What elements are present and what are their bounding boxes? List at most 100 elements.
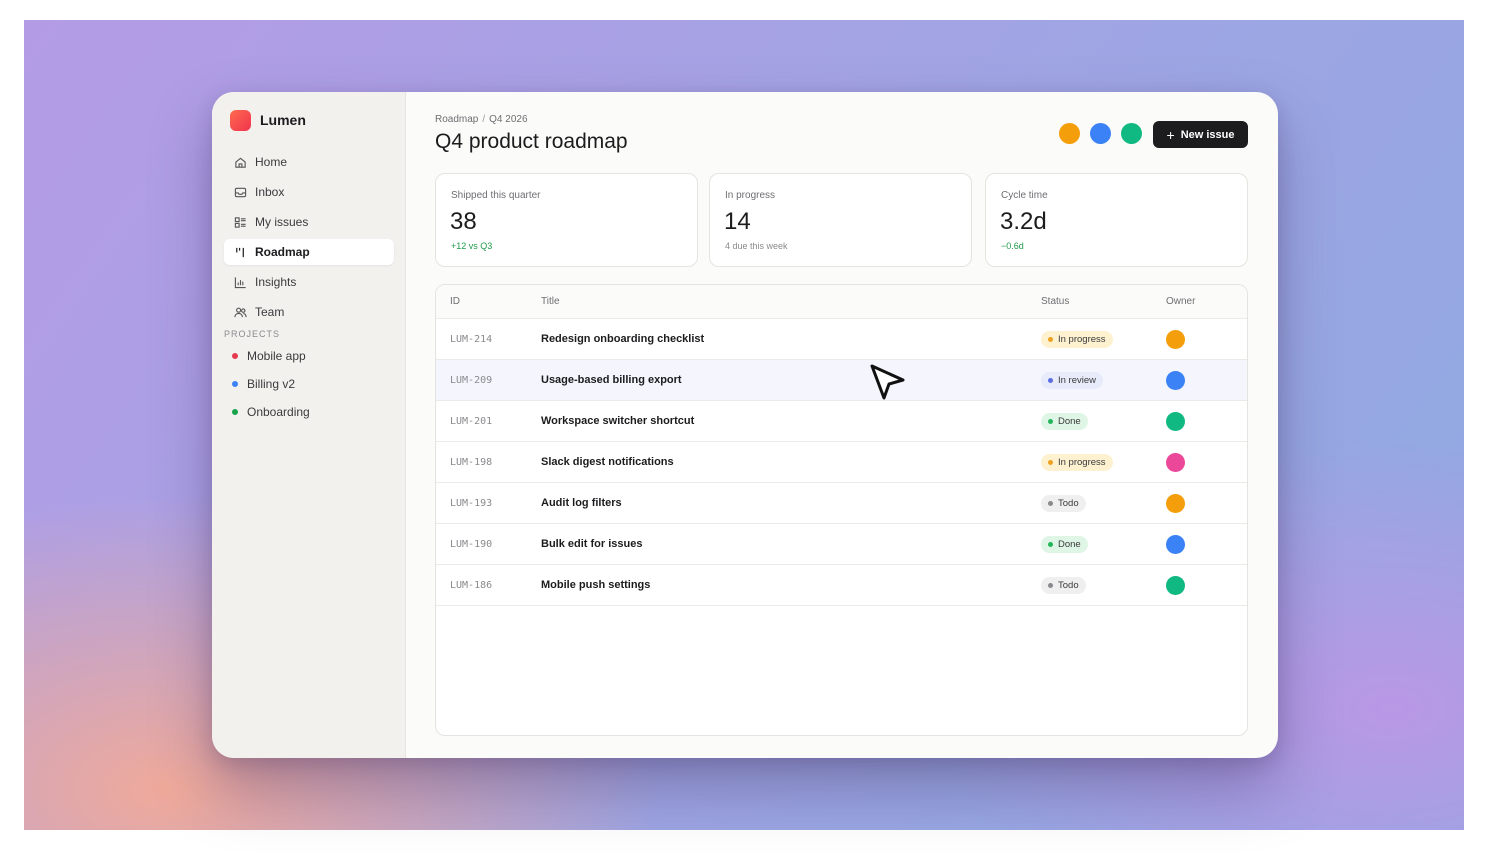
stat-note: −0.6d xyxy=(1001,241,1024,251)
owner-cell xyxy=(1166,360,1185,400)
project-item-onboarding[interactable]: Onboarding xyxy=(224,398,394,426)
table-row[interactable]: LUM-201 Workspace switcher shortcut Done xyxy=(436,401,1247,442)
column-header-status[interactable]: Status xyxy=(1041,285,1069,318)
stat-card-shipped: Shipped this quarter 38 +12 vs Q3 xyxy=(435,173,698,267)
stat-card-cycle-time: Cycle time 3.2d −0.6d xyxy=(985,173,1248,267)
status-badge[interactable]: Todo xyxy=(1041,576,1086,594)
table-header: ID Title Status Owner xyxy=(436,285,1247,319)
owner-avatar[interactable] xyxy=(1166,370,1185,390)
status-badge[interactable]: Done xyxy=(1041,535,1088,553)
project-list: Mobile app Billing v2 Onboarding xyxy=(224,342,394,426)
brand-logo xyxy=(230,109,251,131)
table-row[interactable]: LUM-186 Mobile push settings Todo xyxy=(436,565,1247,606)
project-item-billing-v2[interactable]: Billing v2 xyxy=(224,370,394,398)
table-row[interactable]: LUM-209 Usage-based billing export In re… xyxy=(436,360,1247,401)
avatar[interactable] xyxy=(1090,123,1111,144)
status-text: In progress xyxy=(1058,333,1106,345)
issue-title: Workspace switcher shortcut xyxy=(541,415,695,427)
issue-id: LUM-193 xyxy=(450,497,493,509)
status-dot xyxy=(1048,418,1053,424)
stat-label: Cycle time xyxy=(1001,190,1048,201)
stat-card-in-progress: In progress 14 4 due this week xyxy=(709,173,972,267)
stat-value: 14 xyxy=(724,208,751,235)
owner-avatar[interactable] xyxy=(1166,493,1185,513)
owner-cell xyxy=(1166,483,1185,523)
brand-name: Lumen xyxy=(260,112,306,128)
team-icon xyxy=(233,305,247,319)
issue-id: LUM-186 xyxy=(450,579,493,591)
status-badge[interactable]: In review xyxy=(1041,371,1104,389)
owner-avatar[interactable] xyxy=(1166,534,1185,554)
status-cell: In review xyxy=(1041,360,1104,400)
sidebar: Lumen Home Inbox My issues Roadmap Insig… xyxy=(212,92,406,758)
page-title: Q4 product roadmap xyxy=(435,130,628,153)
owner-cell xyxy=(1166,401,1185,441)
status-cell: Done xyxy=(1041,524,1088,564)
brand[interactable]: Lumen xyxy=(230,109,306,131)
stat-note: +12 vs Q3 xyxy=(451,241,493,251)
sidebar-nav: Home Inbox My issues Roadmap Insights Te… xyxy=(224,149,394,329)
sidebar-item-label: Inbox xyxy=(255,185,285,199)
new-issue-button[interactable]: + New issue xyxy=(1153,121,1248,148)
sidebar-item-label: Home xyxy=(255,155,288,169)
owner-avatar[interactable] xyxy=(1166,411,1185,431)
chart-icon xyxy=(233,275,247,289)
table-row[interactable]: LUM-193 Audit log filters Todo xyxy=(436,483,1247,524)
sidebar-item-home[interactable]: Home xyxy=(224,149,394,175)
status-badge[interactable]: Done xyxy=(1041,412,1088,430)
status-text: Done xyxy=(1058,415,1081,427)
table-row[interactable]: LUM-214 Redesign onboarding checklist In… xyxy=(436,319,1247,360)
table-row[interactable]: LUM-190 Bulk edit for issues Done xyxy=(436,524,1247,565)
issue-id: LUM-201 xyxy=(450,415,493,427)
project-label: Mobile app xyxy=(247,349,306,363)
status-badge[interactable]: Todo xyxy=(1041,494,1086,512)
table-row[interactable]: LUM-198 Slack digest notifications In pr… xyxy=(436,442,1247,483)
project-label: Onboarding xyxy=(247,405,310,419)
stat-value: 38 xyxy=(450,208,477,235)
avatar[interactable] xyxy=(1059,123,1080,144)
issue-title: Redesign onboarding checklist xyxy=(541,333,705,345)
owner-avatar[interactable] xyxy=(1166,452,1185,472)
sidebar-item-insights[interactable]: Insights xyxy=(224,269,394,295)
owner-cell xyxy=(1166,565,1185,605)
project-color-dot xyxy=(232,409,238,415)
new-issue-label: New issue xyxy=(1180,128,1235,141)
avatar[interactable] xyxy=(1121,123,1142,144)
status-text: Todo xyxy=(1058,579,1079,591)
issue-id: LUM-209 xyxy=(450,374,493,386)
issue-title: Slack digest notifications xyxy=(541,456,674,468)
owner-avatar[interactable] xyxy=(1166,329,1185,349)
status-badge[interactable]: In progress xyxy=(1041,453,1113,471)
project-item-mobile-app[interactable]: Mobile app xyxy=(224,342,394,370)
stat-label: Shipped this quarter xyxy=(451,190,541,201)
breadcrumb: Roadmap / Q4 2026 xyxy=(435,114,528,125)
inbox-icon xyxy=(233,185,247,199)
owner-avatar[interactable] xyxy=(1166,575,1185,595)
main-content: Roadmap / Q4 2026 Q4 product roadmap + New… xyxy=(406,92,1278,758)
sidebar-item-team[interactable]: Team xyxy=(224,299,394,325)
sidebar-item-inbox[interactable]: Inbox xyxy=(224,179,394,205)
issue-title: Mobile push settings xyxy=(541,579,651,591)
status-text: In progress xyxy=(1058,456,1106,468)
project-color-dot xyxy=(232,381,238,387)
column-header-title[interactable]: Title xyxy=(541,285,560,318)
status-cell: In progress xyxy=(1041,319,1113,359)
home-icon xyxy=(233,155,247,169)
status-cell: Done xyxy=(1041,401,1088,441)
sidebar-item-roadmap[interactable]: Roadmap xyxy=(224,239,394,265)
breadcrumb-separator: / xyxy=(482,114,486,125)
issue-title: Audit log filters xyxy=(541,497,622,509)
status-dot xyxy=(1048,459,1053,465)
projects-section-label: PROJECTS xyxy=(224,329,281,339)
status-cell: In progress xyxy=(1041,442,1113,482)
breadcrumb-link-roadmap[interactable]: Roadmap xyxy=(435,114,478,125)
sidebar-item-my-issues[interactable]: My issues xyxy=(224,209,394,235)
column-header-owner[interactable]: Owner xyxy=(1166,285,1195,318)
status-badge[interactable]: In progress xyxy=(1041,330,1113,348)
status-cell: Todo xyxy=(1041,483,1086,523)
column-header-id[interactable]: ID xyxy=(450,285,460,318)
stat-label: In progress xyxy=(725,190,776,201)
owner-cell xyxy=(1166,524,1185,564)
status-dot xyxy=(1048,336,1053,342)
sidebar-item-label: My issues xyxy=(255,215,309,229)
